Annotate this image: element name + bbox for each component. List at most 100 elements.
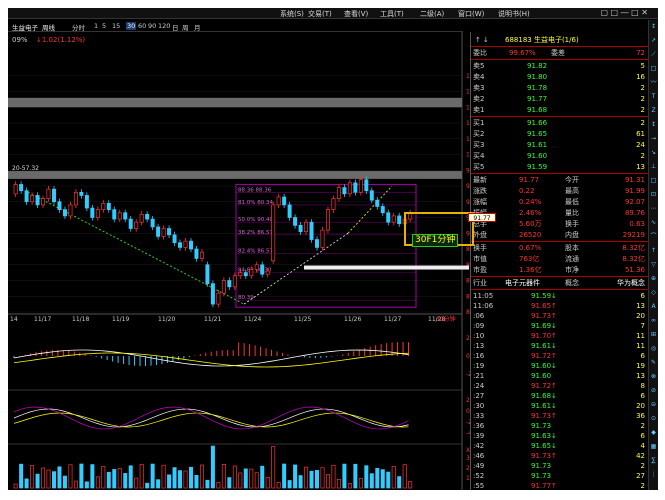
menu-item[interactable]: 二级(A) xyxy=(420,9,444,19)
quote-cell: ↓ xyxy=(483,36,489,44)
drawing-tool-icon[interactable]: □ xyxy=(649,62,658,76)
drawing-tool-icon[interactable]: ⊡ xyxy=(649,188,658,202)
quote-cell: 91.80 xyxy=(527,73,548,81)
period-button[interactable]: 15 xyxy=(112,22,120,30)
drawing-tool-icon[interactable]: ✎ xyxy=(649,356,658,370)
period-button[interactable]: 月 xyxy=(194,22,201,32)
menu-item[interactable]: 工具(T) xyxy=(380,9,404,19)
chart-area[interactable]: 09%↓1.02(1.12%)110.00108.00106.00104.001… xyxy=(8,32,470,490)
date-tick-label: 11/26 xyxy=(344,316,361,323)
stat-row: 涨幅 0.24% 最低 92.07 xyxy=(471,197,649,208)
quote-cell: 763亿 xyxy=(519,255,540,263)
volume-bar xyxy=(276,482,281,489)
candle-body xyxy=(145,214,150,220)
drawing-tool-icon[interactable]: ⟋ xyxy=(649,48,658,62)
resistance-band-upper xyxy=(8,97,462,108)
quote-cell: 委比 xyxy=(473,49,487,57)
drawing-tool-icon[interactable]: ↘ xyxy=(649,146,658,160)
quote-cell: 91.82 xyxy=(527,62,548,70)
volume-bar xyxy=(369,473,374,489)
drawing-tool-icon[interactable]: ⋯ xyxy=(649,202,658,216)
quote-cell: 2 xyxy=(640,84,645,92)
window-controls[interactable]: ▢ □ ― □ ✕ xyxy=(600,8,648,17)
drawing-tool-icon[interactable]: ⋮ xyxy=(649,468,658,482)
candle-body xyxy=(397,215,402,225)
drawing-tool-icon[interactable]: ⌒ xyxy=(649,230,658,244)
menu-item[interactable]: 查看(V) xyxy=(344,9,368,19)
volume-bar xyxy=(183,470,188,489)
candle-body xyxy=(304,221,309,233)
period-button[interactable]: 60 xyxy=(138,22,146,30)
drawing-tool-icon[interactable]: T xyxy=(649,90,658,104)
date-tick-label: 11/20 xyxy=(158,316,175,323)
drawing-tool-icon[interactable]: Z xyxy=(649,104,658,118)
quote-cell: 26520 xyxy=(519,231,542,239)
drawing-tool-icon[interactable]: 〰 xyxy=(649,76,658,90)
candle-body xyxy=(391,215,396,223)
drawing-tool-icon[interactable]: ▦ xyxy=(649,440,658,454)
period-button[interactable]: 90 xyxy=(148,22,156,30)
drawing-tool-icon[interactable]: ↗ xyxy=(649,34,658,48)
period-button[interactable]: 120 xyxy=(158,22,170,30)
drawing-tool-icon[interactable]: → xyxy=(649,132,658,146)
candle-body xyxy=(194,248,199,259)
period-button[interactable]: 分时 xyxy=(72,22,85,32)
quote-cell: 买2 xyxy=(473,130,485,138)
volume-bar xyxy=(167,474,172,489)
drawing-tool-icon[interactable]: ▽ xyxy=(649,258,658,272)
quote-cell: 91.65 xyxy=(527,130,548,138)
stock-name-label[interactable]: 生益电子 xyxy=(12,22,38,32)
quote-cell: 换手 xyxy=(473,244,487,252)
volume-bar xyxy=(358,478,363,489)
candle-body xyxy=(123,212,128,220)
candle-body xyxy=(336,187,341,199)
drawing-tool-icon[interactable]: ⊗ xyxy=(649,370,658,384)
drawing-tool-icon[interactable]: A xyxy=(649,300,658,314)
period-button[interactable]: 1 xyxy=(94,22,98,30)
drawing-tool-icon[interactable]: ⊘ xyxy=(649,384,658,398)
drawing-tool-icon[interactable]: ⊞ xyxy=(649,328,658,342)
candle-body xyxy=(35,195,40,206)
candle-body xyxy=(95,209,100,218)
period-popup-label[interactable]: 30F1分钟 xyxy=(412,234,459,247)
drawing-tool-icon[interactable]: ⊖ xyxy=(649,398,658,412)
candle-body xyxy=(221,280,226,294)
menu-item[interactable]: 窗口(W) xyxy=(458,9,484,19)
volume-bar xyxy=(68,464,73,489)
period-button[interactable]: 30 xyxy=(126,22,137,30)
volume-bar xyxy=(298,475,303,489)
drawing-tool-icon[interactable]: ∿ xyxy=(649,216,658,230)
drawing-tool-icon[interactable]: ◆ xyxy=(649,426,658,440)
drawing-tool-icon[interactable]: ∑ xyxy=(649,454,658,468)
drawing-tool-icon[interactable]: ◇ xyxy=(649,286,658,300)
period-button[interactable]: 日 xyxy=(172,22,179,32)
period-button[interactable]: 周 xyxy=(182,22,189,32)
volume-bar xyxy=(30,465,35,489)
drawing-tool-icon[interactable]: ⊕ xyxy=(649,272,658,286)
drawing-tool-icon[interactable]: ↕ xyxy=(649,20,658,34)
drawing-tool-icon[interactable]: ↕ xyxy=(649,118,658,132)
drawing-tool-icon[interactable]: □ xyxy=(649,174,658,188)
quote-cell: 内盘 xyxy=(565,231,579,239)
drawing-tool-icon[interactable]: ↑ xyxy=(649,244,658,258)
menu-item[interactable]: 交易(T) xyxy=(308,9,332,19)
menu-item[interactable]: 说明书(H) xyxy=(498,9,530,19)
candle-body xyxy=(52,188,56,203)
drawing-tool-icon[interactable]: ⊙ xyxy=(649,412,658,426)
volume-bar xyxy=(293,464,298,489)
menu-item[interactable]: 系统(S) xyxy=(280,9,304,19)
candle-body xyxy=(271,204,276,262)
quote-cell: 2 xyxy=(640,95,645,103)
drawing-tool-icon[interactable]: ∞ xyxy=(649,314,658,328)
date-tick-label: 11/17 xyxy=(34,316,51,323)
quote-cell: 8.32亿 xyxy=(622,244,645,252)
period-button[interactable]: 5 xyxy=(102,22,106,30)
drawing-tool-icon[interactable]: ⊥ xyxy=(649,160,658,174)
quote-cell: 卖5 xyxy=(473,62,485,70)
period-select[interactable]: 周线 xyxy=(42,22,55,32)
candle-body xyxy=(161,228,166,237)
date-tick-label: 11/18 xyxy=(72,316,89,323)
date-tick-label: 11/24 xyxy=(244,316,261,323)
candle-body xyxy=(232,275,237,288)
drawing-tool-icon[interactable]: ◎ xyxy=(649,342,658,356)
